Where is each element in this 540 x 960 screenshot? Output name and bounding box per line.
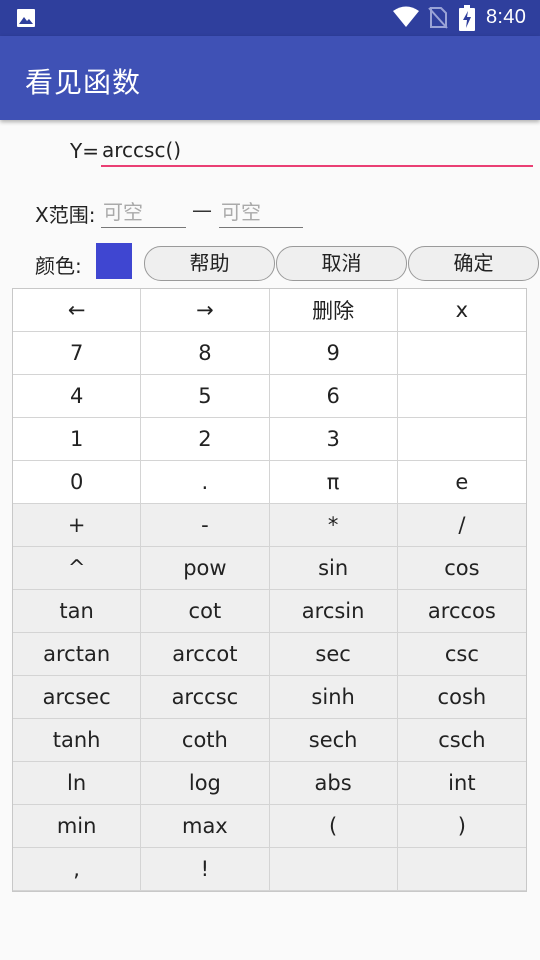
- keypad-key[interactable]: cos: [397, 547, 526, 590]
- color-swatch[interactable]: [96, 243, 132, 279]
- battery-charging-icon: [459, 5, 475, 31]
- keypad-key[interactable]: arccsc: [141, 676, 270, 719]
- keypad-key[interactable]: 5: [141, 375, 270, 418]
- keypad-key[interactable]: 0: [13, 461, 142, 504]
- keypad-key[interactable]: int: [397, 762, 526, 805]
- keypad-key[interactable]: sec: [269, 633, 398, 676]
- app-bar: 看见函数: [0, 36, 540, 120]
- keypad-key[interactable]: cot: [141, 590, 270, 633]
- keypad-key-empty[interactable]: [269, 848, 398, 891]
- keypad: ← → 删除 x 7 8 9 4 5 6 1 2 3 0. π e + - * / ^ pow sin cos tan cot ar…: [12, 288, 527, 892]
- keypad-key[interactable]: ←: [13, 289, 142, 332]
- keypad-key[interactable]: e: [397, 461, 526, 504]
- image-icon: [17, 9, 35, 27]
- keypad-key[interactable]: arccot: [141, 633, 270, 676]
- keypad-key[interactable]: +: [13, 504, 142, 547]
- wifi-icon: [393, 6, 419, 27]
- x-max-input[interactable]: [219, 196, 303, 228]
- keypad-key[interactable]: min: [13, 805, 142, 848]
- keypad-key[interactable]: cosh: [397, 676, 526, 719]
- status-time: 8:40: [486, 6, 527, 28]
- keypad-key[interactable]: max: [141, 805, 270, 848]
- keypad-key[interactable]: 2: [141, 418, 270, 461]
- status-bar: 8:40: [0, 0, 540, 36]
- keypad-key-empty[interactable]: [397, 375, 526, 418]
- keypad-key[interactable]: ln: [13, 762, 142, 805]
- keypad-key[interactable]: π: [269, 461, 398, 504]
- keypad-key[interactable]: 4: [13, 375, 142, 418]
- keypad-key[interactable]: csch: [397, 719, 526, 762]
- keypad-key[interactable]: -: [141, 504, 270, 547]
- y-label: Y=: [70, 139, 99, 163]
- keypad-key[interactable]: 3: [269, 418, 398, 461]
- x-range-label: X范围:: [35, 203, 96, 227]
- keypad-key[interactable]: ): [397, 805, 526, 848]
- keypad-key[interactable]: 删除: [269, 289, 398, 332]
- keypad-key[interactable]: pow: [141, 547, 270, 590]
- x-min-input[interactable]: [101, 196, 186, 228]
- function-input[interactable]: [101, 137, 533, 167]
- keypad-key-empty[interactable]: [397, 418, 526, 461]
- keypad-key[interactable]: (: [269, 805, 398, 848]
- cancel-button[interactable]: 取消: [276, 246, 407, 281]
- keypad-key[interactable]: →: [141, 289, 270, 332]
- keypad-key[interactable]: sech: [269, 719, 398, 762]
- keypad-key[interactable]: sinh: [269, 676, 398, 719]
- keypad-key[interactable]: arcsin: [269, 590, 398, 633]
- range-separator: —: [192, 198, 212, 222]
- no-sim-icon: [428, 7, 448, 29]
- keypad-key-empty[interactable]: [397, 332, 526, 375]
- keypad-key[interactable]: x: [397, 289, 526, 332]
- keypad-key[interactable]: 1: [13, 418, 142, 461]
- app-title: 看见函数: [25, 66, 142, 99]
- keypad-key[interactable]: .: [141, 461, 270, 504]
- keypad-key[interactable]: 9: [269, 332, 398, 375]
- keypad-key[interactable]: /: [397, 504, 526, 547]
- keypad-key[interactable]: 8: [141, 332, 270, 375]
- color-label: 颜色:: [35, 254, 82, 278]
- keypad-key[interactable]: *: [269, 504, 398, 547]
- keypad-key[interactable]: arctan: [13, 633, 142, 676]
- keypad-key[interactable]: ^: [13, 547, 142, 590]
- keypad-key-empty[interactable]: [397, 848, 526, 891]
- keypad-key[interactable]: !: [141, 848, 270, 891]
- keypad-key[interactable]: arccos: [397, 590, 526, 633]
- keypad-key[interactable]: log: [141, 762, 270, 805]
- keypad-key[interactable]: tan: [13, 590, 142, 633]
- keypad-key[interactable]: sin: [269, 547, 398, 590]
- keypad-key[interactable]: csc: [397, 633, 526, 676]
- ok-button[interactable]: 确定: [408, 246, 539, 281]
- keypad-key[interactable]: tanh: [13, 719, 142, 762]
- keypad-key[interactable]: 6: [269, 375, 398, 418]
- keypad-key[interactable]: 7: [13, 332, 142, 375]
- keypad-key[interactable]: ,: [13, 848, 142, 891]
- keypad-key[interactable]: arcsec: [13, 676, 142, 719]
- help-button[interactable]: 帮助: [144, 246, 275, 281]
- keypad-key[interactable]: coth: [141, 719, 270, 762]
- keypad-key[interactable]: abs: [269, 762, 398, 805]
